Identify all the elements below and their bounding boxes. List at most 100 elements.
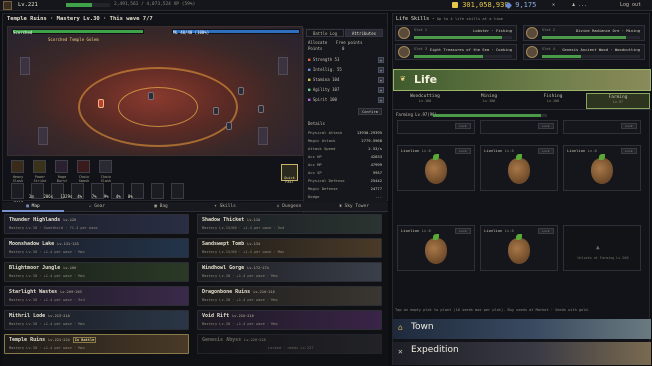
tab-label: Gear — [94, 204, 106, 209]
skill-label: Power Strike — [33, 175, 47, 183]
lock-button[interactable]: Lock — [621, 123, 637, 129]
user-menu[interactable]: ♟ ... — [572, 2, 587, 8]
farm-plot[interactable]: Lionlion Lv.0 Lock — [397, 225, 475, 271]
tab-label: Bag — [159, 204, 168, 209]
buff-value: 0% — [127, 194, 133, 199]
zone-card[interactable]: Dragonbone Ruins Lv.216-218 Mastery Lv.30… — [197, 286, 382, 306]
tab-gear[interactable]: ⚔ Gear — [66, 202, 128, 212]
tab-sky-tower[interactable]: ♜ Sky Tower — [322, 202, 386, 212]
logout-button[interactable]: Log out — [620, 2, 641, 8]
avatar[interactable] — [3, 1, 12, 10]
close-button[interactable]: ✕ — [552, 2, 555, 8]
zone-card[interactable]: Sandswept Tomb Lv.134 Mastery Lv.15/60 · … — [197, 238, 382, 258]
quick-fail-button[interactable]: Quick Fail — [281, 164, 298, 184]
hero-sprite — [98, 99, 104, 108]
skill-slot[interactable] — [55, 160, 68, 173]
tab-woodcutting[interactable]: Woodcutting Lv.100 — [393, 93, 457, 109]
attr-name: Stamina — [312, 77, 330, 82]
detail-value: 42833 — [370, 154, 382, 159]
skill-slot[interactable] — [77, 160, 90, 173]
skill-slot[interactable] — [33, 160, 46, 173]
lock-button[interactable]: Lock — [455, 228, 471, 234]
zone-sub: Mastery Lv.30 · +1.4 per wave · Max — [9, 346, 85, 350]
life-slot[interactable]: Slot 3 Eight Treasures of the Sea · Cooki… — [395, 44, 517, 60]
life-slot[interactable]: Slot 2 Divine Radiance Ore · Mining — [523, 25, 645, 41]
zone-card-active[interactable]: Temple Ruins Lv.221-224 In Battle Mastery… — [4, 334, 189, 354]
zone-card[interactable]: Blightmoor Jungle Lv.168 Mastery Lv.30 · … — [4, 262, 189, 282]
gem-count: 9,175 — [504, 1, 536, 9]
farm-plot[interactable]: Lock — [563, 120, 641, 134]
skill-slot[interactable] — [99, 160, 112, 173]
zone-sub: Mastery Lv.30 · +1.4 per wave · Max — [9, 322, 85, 326]
battle-arena[interactable]: Scorched ML 40/40 (100%) Scorched Temple… — [7, 26, 303, 156]
details-heading: Details — [308, 121, 325, 126]
plus-button[interactable]: + — [378, 77, 384, 83]
tab-dungeon[interactable]: ⌂ Dungeon — [258, 202, 320, 212]
enemy-sprite[interactable] — [226, 122, 232, 130]
plus-button[interactable]: + — [378, 57, 384, 63]
zone-card[interactable]: Void Rift Lv.218-216 Mastery Lv.30 · +1.4… — [197, 310, 382, 330]
detail-value: 24777 — [370, 186, 382, 191]
slot-name: Divine Radiance Ore · Mining — [575, 28, 640, 33]
life-slot[interactable]: Slot 1 Lobster · Fishing — [395, 25, 517, 41]
tab-attributes[interactable]: Attributes — [345, 29, 383, 37]
plot-crop-name: Lionlion — [567, 148, 586, 153]
potato-icon — [508, 154, 530, 184]
tab-mining[interactable]: Mining Lv.100 — [457, 93, 521, 109]
enemy-sprite[interactable] — [258, 105, 264, 113]
top-bar: Lv.221 2,491,561 / 4,073,524 XP (59%) 30… — [0, 0, 652, 11]
tab-bag[interactable]: ▣ Bag — [130, 202, 192, 212]
detail-row: Physical Attack 13930-29395 — [308, 129, 384, 136]
expedition-button[interactable]: ✕ Expedition — [393, 342, 651, 365]
zone-card[interactable]: Starlight Wastes Lv.269-203 Mastery Lv.30… — [4, 286, 189, 306]
zone-card[interactable]: Thunder Highlands Lv.128 Mastery Lv.30 · … — [4, 214, 189, 234]
detail-key: Acc MP — [308, 162, 322, 167]
zone-card[interactable]: Moonshadow Lake Lv.131-133 Mastery Lv.30 … — [4, 238, 189, 258]
skill-slot[interactable] — [11, 160, 24, 173]
tab-fishing[interactable]: Fishing Lv.100 — [521, 93, 585, 109]
buff-value: 206s — [43, 194, 54, 199]
lock-button[interactable]: Lock — [538, 148, 554, 154]
agility-icon: ■ — [308, 87, 311, 92]
detail-value: 2779-5968 — [361, 138, 382, 143]
enemy-sprite[interactable] — [213, 107, 219, 115]
confirm-button[interactable]: Confirm — [358, 108, 382, 115]
lock-button[interactable]: Lock — [621, 148, 637, 154]
town-label: Town — [411, 322, 434, 332]
farm-plot[interactable]: Lionlion Lv.0 Lock — [480, 225, 558, 271]
farm-plot[interactable]: Lionlion Lv.0 Lock — [480, 145, 558, 191]
zone-name: Shadow Thicket — [202, 217, 245, 223]
xp-bar — [66, 3, 110, 7]
slot-name: Lobster · Fishing — [473, 28, 512, 33]
zone-sub: Mastery Lv.30 · +1.4 per wave · 9x4 — [9, 298, 85, 302]
farm-plot[interactable]: Lock — [480, 120, 558, 134]
map-icon: ▦ — [26, 204, 29, 209]
tab-map[interactable]: ▦ Map — [2, 202, 64, 212]
enemy-sprite[interactable] — [148, 92, 154, 100]
lock-button[interactable]: Lock — [455, 123, 471, 129]
farm-plot[interactable]: Lock — [397, 120, 475, 134]
life-slot[interactable]: Slot 4 Genesis Ancient Wood · Woodcutting — [523, 44, 645, 60]
lock-button[interactable]: Lock — [455, 148, 471, 154]
zone-card[interactable]: Windhowl Gorge Lv.172-174 Mastery Lv.30 ·… — [197, 262, 382, 282]
plus-button[interactable]: + — [378, 67, 384, 73]
strength-icon: ■ — [308, 57, 311, 62]
town-button[interactable]: ⌂ Town — [393, 319, 651, 339]
buff-slot[interactable]: 7017 — [11, 183, 24, 206]
plus-button[interactable]: + — [378, 87, 384, 93]
zone-card[interactable]: Mithril Lode Lv.215-218 Mastery Lv.30 · +… — [4, 310, 189, 330]
lock-button[interactable]: Lock — [538, 228, 554, 234]
farm-plot[interactable]: Lionlion Lv.0 Lock — [397, 145, 475, 191]
farm-plot[interactable]: Lionlion Lv.0 Lock — [563, 145, 641, 191]
zone-card[interactable]: Shadow Thicket Lv.118 Mastery Lv.15/60 · … — [197, 214, 382, 234]
tab-skills[interactable]: ✦ Skills — [194, 202, 256, 212]
npc-avatar — [526, 46, 538, 58]
enemy-sprite[interactable] — [238, 87, 244, 95]
slot-progress — [542, 55, 640, 58]
plus-button[interactable]: + — [378, 97, 384, 103]
tab-farming[interactable]: Farming Lv.97 — [586, 93, 650, 109]
player-hp-bar: Scorched — [12, 29, 144, 35]
tab-battle-log[interactable]: Battle Log — [306, 29, 344, 37]
farm-plot-locked: ▲ Unlocks at Farming Lv.200 — [563, 225, 641, 271]
lock-button[interactable]: Lock — [538, 123, 554, 129]
